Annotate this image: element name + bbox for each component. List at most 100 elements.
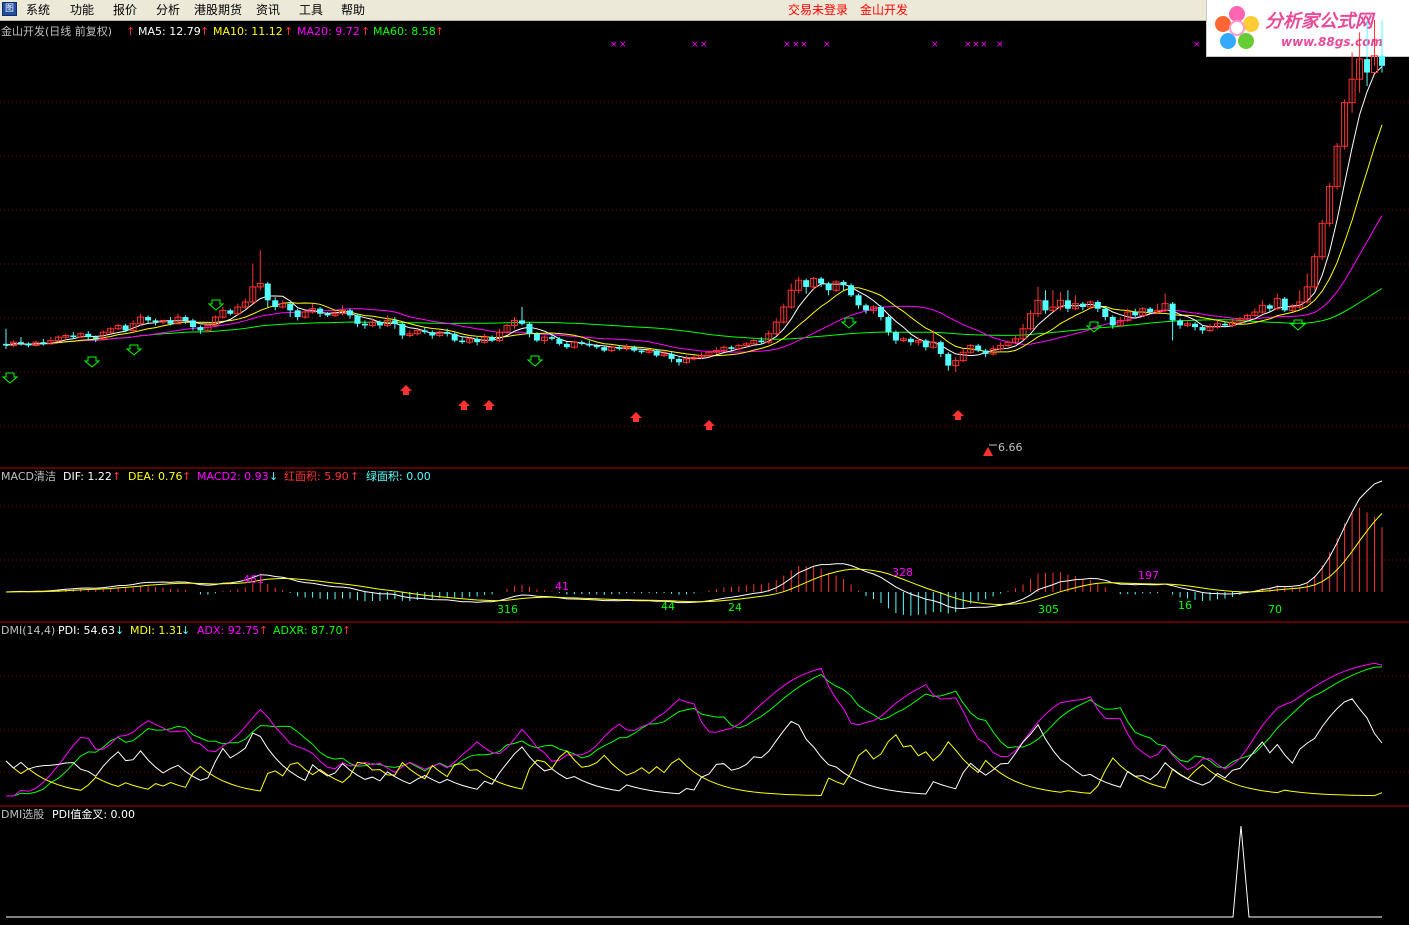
macd-annotation: 24 [728,601,742,614]
candlestick [892,330,899,344]
candlestick [1206,323,1214,333]
menu-hk-futures[interactable]: 港股期货 [194,2,242,18]
up-arrow-icon: ↑ [350,470,359,483]
candlestick [586,340,593,348]
candlestick [383,315,391,328]
candlestick [122,323,129,333]
menu-quote[interactable]: 报价 [113,2,137,18]
candlestick [1027,310,1035,331]
cross-marker-icon: × [610,40,618,50]
candle-body [945,353,952,366]
up-arrow-icon: ↑ [435,25,444,38]
up-arrow-icon: ↑ [342,624,351,637]
menu-analysis[interactable]: 分析 [156,2,180,18]
candlestick [459,337,466,344]
menu-help[interactable]: 帮助 [341,2,365,18]
candle-body [676,358,683,363]
macd-annotation: 16 [1178,599,1192,612]
candle-body [982,350,989,354]
candlestick [503,323,511,334]
candlestick [241,298,249,309]
candlestick [1199,325,1206,334]
candlestick [1034,286,1042,318]
pdi-cross-line [6,825,1382,918]
candle-body [324,313,331,316]
candle-body [825,283,832,291]
candle-body [3,343,9,346]
candle-body [40,342,47,344]
up-arrow-icon: ↑ [200,25,209,38]
candle-body [1079,303,1086,308]
candlestick [840,280,847,291]
candle-body [818,278,825,284]
candlestick [720,345,728,353]
candle-body [354,315,361,324]
candlestick [429,330,436,339]
ma20-label: MA20: 9.72 [297,25,360,38]
candle-body [122,325,129,331]
candlestick [339,305,347,316]
candle-body [922,340,929,348]
candle-body [533,333,540,341]
candlestick [1333,142,1341,190]
down-arrow-icon [1085,321,1103,333]
candlestick [1049,290,1057,313]
up-arrow-icon [458,400,470,410]
chart-app-icon[interactable]: 图 [2,2,17,16]
candle-body [863,305,869,311]
candle-body [519,320,525,324]
up-arrow-icon [703,420,715,430]
up-arrow-icon [952,410,964,420]
dif-label: DIF: 1.22 [63,470,112,483]
candlestick [907,337,914,346]
candlestick [301,310,309,319]
up-arrow-icon: ↑ [361,25,370,38]
candlestick [660,350,668,358]
candle-body [17,342,24,344]
candlestick [1042,290,1049,314]
chart-area[interactable]: 金山开发(日线 前复权) ↑ MA5: 12.79 ↑ MA10: 11.12 … [0,20,1409,925]
candlestick [294,308,301,321]
up-arrow-icon: ↑ [126,25,135,38]
candle-body [526,323,533,334]
menu-tools[interactable]: 工具 [299,2,323,18]
candlestick [234,303,242,316]
candlestick [137,313,145,326]
macd-annotation: 461 [243,573,264,586]
candlestick [40,338,47,346]
candlestick [1364,20,1371,86]
dmi-panel-title: DMI(14,4) [1,624,55,637]
candle-body [92,337,99,339]
candlestick [496,328,504,343]
candlestick [952,357,960,372]
candle-body [728,347,735,349]
candlestick [1012,335,1020,344]
trade-login-status[interactable]: 交易未登录 [788,2,848,18]
signal-markers: × × × × × × × × × × × × × × [1,40,1307,430]
candlesticks[interactable] [3,20,1385,372]
macd-annotation: 70 [1268,603,1282,616]
pdi-cross-signal-chart [6,825,1382,918]
candlestick [825,281,832,296]
down-arrow-icon [125,344,143,356]
candlestick [540,335,548,344]
candlestick [578,340,585,346]
candlestick [945,352,952,371]
candle-body [1364,59,1371,73]
menu-function[interactable]: 功能 [70,2,94,18]
candlestick [914,337,922,346]
down-arrow-icon: ↓ [269,470,278,483]
candle-body [1199,327,1206,331]
candle-body [451,333,458,341]
candlestick [570,340,578,349]
down-arrow-icon: ↓ [115,624,124,637]
menu-info[interactable]: 资讯 [256,2,280,18]
candlestick [406,330,414,338]
menu-system[interactable]: 系统 [26,2,50,18]
candlestick [25,342,32,348]
candlestick [1356,32,1364,93]
candle-body [937,342,944,354]
candlestick [474,337,481,346]
candlestick [772,318,780,336]
candle-body [421,330,428,333]
